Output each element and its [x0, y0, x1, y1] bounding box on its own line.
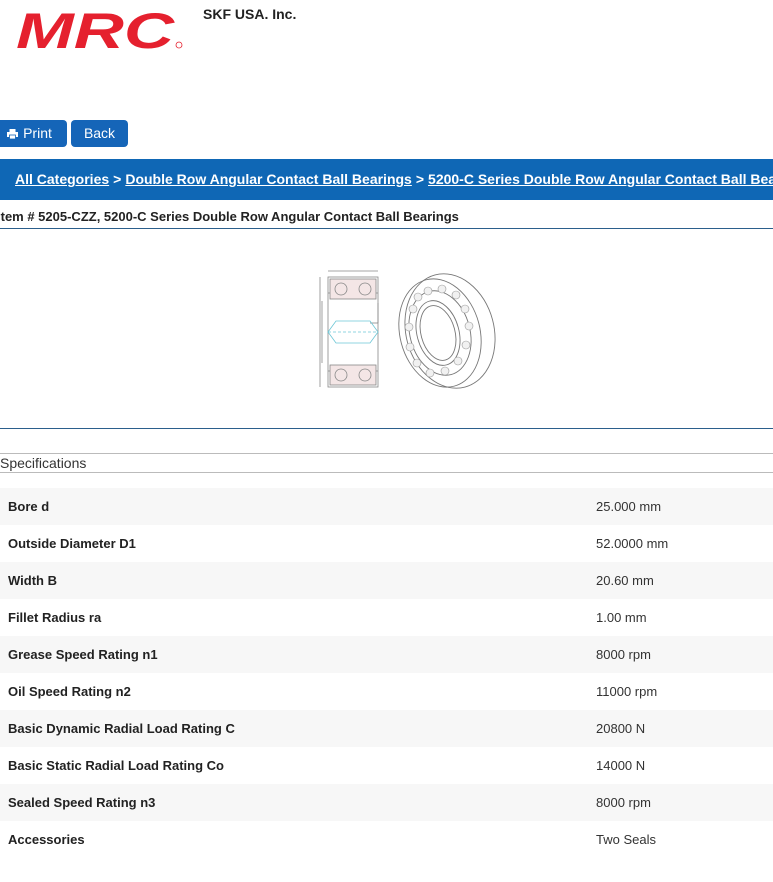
breadcrumb-separator: > [415, 171, 425, 187]
logo-text: MRC [16, 6, 175, 54]
breadcrumb-separator: > [113, 171, 122, 187]
printer-icon [7, 129, 19, 139]
breadcrumb-link-category[interactable]: Double Row Angular Contact Ball Bearings [125, 171, 412, 187]
spec-name: Oil Speed Rating n2 [8, 684, 131, 699]
spec-row: Grease Speed Rating n1 8000 rpm [0, 636, 773, 673]
spec-name: Sealed Speed Rating n3 [8, 795, 156, 810]
spec-row: Outside Diameter D1 52.0000 mm [0, 525, 773, 562]
spec-row: Basic Dynamic Radial Load Rating C 20800… [0, 710, 773, 747]
divider [0, 453, 773, 454]
spec-name: Basic Static Radial Load Rating Co [8, 758, 224, 773]
breadcrumb: All Categories > Double Row Angular Contac… [15, 171, 773, 187]
spec-value: 1.00 mm [596, 610, 647, 625]
page-header: MRC SKF USA. Inc. [0, 0, 773, 110]
item-title: Item # 5205-CZZ, 5200-C Series Double Ro… [0, 209, 459, 224]
spec-value: 20.60 mm [596, 573, 654, 588]
spec-value: 8000 rpm [596, 647, 651, 662]
company-name: SKF USA. Inc. [203, 6, 297, 22]
mrc-logo: MRC [16, 6, 183, 54]
bearing-drawing-image [319, 270, 496, 389]
spec-value: 8000 rpm [596, 795, 651, 810]
breadcrumb-link-series[interactable]: 5200-C Series Double Row Angular Contact… [428, 171, 773, 187]
spec-value: 25.000 mm [596, 499, 662, 514]
spec-name: Outside Diameter D1 [8, 536, 136, 551]
spec-row: Sealed Speed Rating n3 8000 rpm [0, 784, 773, 821]
spec-name: Accessories [8, 832, 85, 847]
spec-value: Two Seals [596, 832, 656, 847]
spec-name: Width B [8, 573, 57, 588]
spec-value: 20800 N [596, 721, 646, 736]
back-button[interactable]: Back [71, 120, 128, 147]
spec-name: Grease Speed Rating n1 [8, 647, 158, 662]
spec-row: Width B 20.60 mm [0, 562, 773, 599]
breadcrumb-bar: All Categories > Double Row Angular Contac… [0, 159, 773, 200]
print-button-label: Print [23, 125, 52, 141]
spec-name: Basic Dynamic Radial Load Rating C [8, 721, 235, 736]
divider [0, 228, 773, 229]
specifications-table: Bore d 25.000 mm Outside Diameter D1 52.… [0, 488, 773, 858]
spec-value: 52.0000 mm [596, 536, 669, 551]
print-button[interactable]: Print [0, 120, 67, 147]
breadcrumb-link-all-categories[interactable]: All Categories [15, 171, 109, 187]
spec-row: Fillet Radius ra 1.00 mm [0, 599, 773, 636]
divider [0, 472, 773, 473]
spec-name: Bore d [8, 499, 50, 514]
specifications-heading: Specifications [0, 455, 87, 471]
spec-row: Accessories Two Seals [0, 821, 773, 858]
spec-name: Fillet Radius ra [8, 610, 102, 625]
spec-row: Bore d 25.000 mm [0, 488, 773, 525]
divider [0, 428, 773, 429]
spec-value: 14000 N [596, 758, 646, 773]
spec-value: 11000 rpm [596, 684, 658, 699]
spec-row: Basic Static Radial Load Rating Co 14000… [0, 747, 773, 784]
spec-row: Oil Speed Rating n2 11000 rpm [0, 673, 773, 710]
